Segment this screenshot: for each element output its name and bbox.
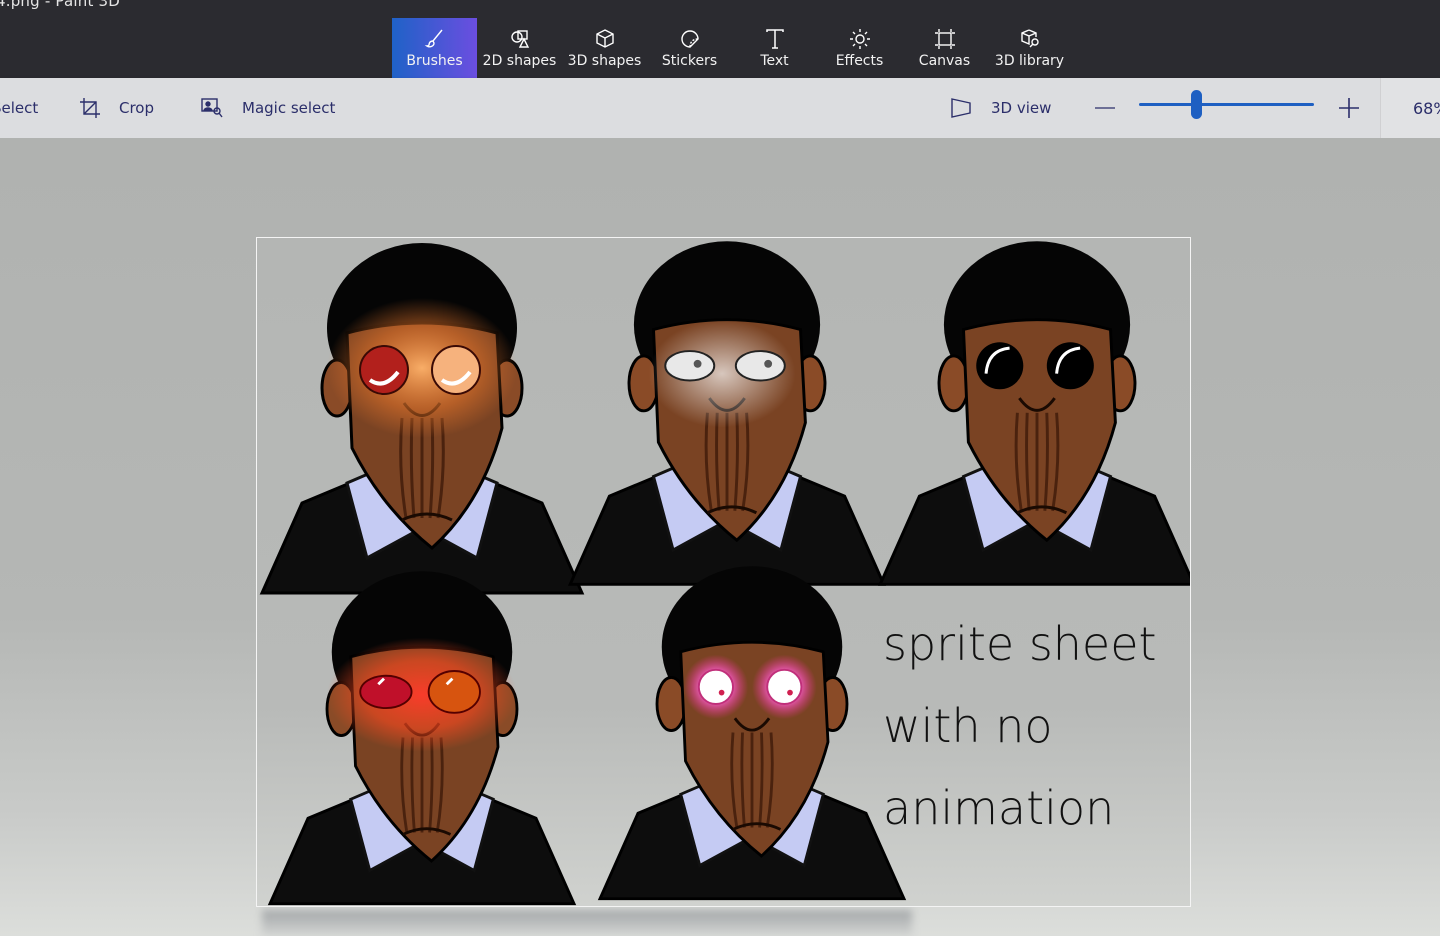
drawing-canvas[interactable]: sprite sheet with no animation	[256, 237, 1191, 907]
plus-icon	[1339, 98, 1359, 118]
sprite-4	[267, 571, 577, 906]
pupil	[787, 689, 793, 696]
select-button[interactable]: Select	[0, 78, 38, 138]
eye	[359, 345, 409, 395]
magic-select-icon	[201, 98, 223, 118]
caption-line-3: animation	[883, 781, 1115, 835]
tab-3d-shapes[interactable]: 3D shapes	[562, 18, 647, 78]
canvas-reflection	[262, 910, 912, 936]
magic-select-button[interactable]: Magic select	[200, 78, 335, 138]
tab-stickers[interactable]: Stickers	[647, 18, 732, 78]
crop-label: Crop	[119, 99, 155, 117]
magic-select-label: Magic select	[242, 99, 336, 117]
eye	[766, 668, 803, 705]
tool-options-bar: Select Crop Magic select 3D view	[0, 78, 1440, 138]
text-icon	[765, 29, 784, 49]
caption-line-1: sprite sheet	[883, 617, 1157, 671]
tab-effects[interactable]: Effects	[817, 18, 902, 78]
tab-canvas[interactable]: Canvas	[902, 18, 987, 78]
eye	[431, 345, 481, 395]
eye-glow	[327, 637, 517, 752]
tab-2d-shapes[interactable]: 2D shapes	[477, 18, 562, 78]
pupil	[764, 359, 773, 368]
eye	[664, 350, 716, 382]
zoom-percentage[interactable]: 68%	[1380, 78, 1440, 138]
sprite-2	[567, 241, 887, 586]
pupil	[693, 359, 702, 368]
sprite-5	[597, 566, 907, 901]
main-tabs: Brushes 2D shapes 3D shapes Stickers Tex…	[392, 18, 1072, 78]
sun-icon	[849, 29, 870, 49]
select-label: Select	[0, 99, 39, 117]
pupil	[718, 689, 725, 696]
cube-icon	[595, 29, 614, 48]
zoom-out-button[interactable]	[1093, 78, 1117, 138]
eye	[359, 674, 413, 709]
sprite-1	[259, 243, 585, 595]
tab-3d-library[interactable]: 3D library	[987, 18, 1072, 78]
window-title: 4.png - Paint 3D	[0, 0, 120, 10]
zoom-percentage-text: 68%	[1413, 98, 1440, 118]
title-bar: 4.png - Paint 3D Brushes 2D shapes 3D sh…	[0, 0, 1440, 78]
eye	[734, 350, 786, 382]
zoom-in-button[interactable]	[1337, 78, 1361, 138]
tab-brushes[interactable]: Brushes	[392, 18, 477, 78]
3d-view-button[interactable]: 3D view	[950, 78, 1051, 138]
caption-line-2: with no	[883, 699, 1053, 753]
eye	[697, 668, 734, 705]
3d-library-icon	[1020, 29, 1039, 48]
zoom-slider-track[interactable]	[1139, 103, 1314, 106]
canvas-icon	[934, 29, 955, 49]
minus-icon	[1095, 107, 1115, 109]
crop-button[interactable]: Crop	[78, 78, 154, 138]
sprite-3	[877, 241, 1190, 586]
brush-icon	[424, 29, 443, 48]
crop-icon	[80, 98, 100, 118]
eye	[427, 670, 481, 714]
3d-view-label: 3D view	[991, 99, 1052, 117]
tab-text[interactable]: Text	[732, 18, 817, 78]
2d-shapes-icon	[510, 30, 529, 48]
eye-glow	[327, 298, 517, 438]
3d-view-icon	[951, 98, 971, 118]
sticker-icon	[680, 30, 699, 48]
zoom-slider-thumb[interactable]	[1191, 90, 1202, 119]
sprite-sheet-caption: sprite sheet with no animation	[883, 603, 1157, 849]
